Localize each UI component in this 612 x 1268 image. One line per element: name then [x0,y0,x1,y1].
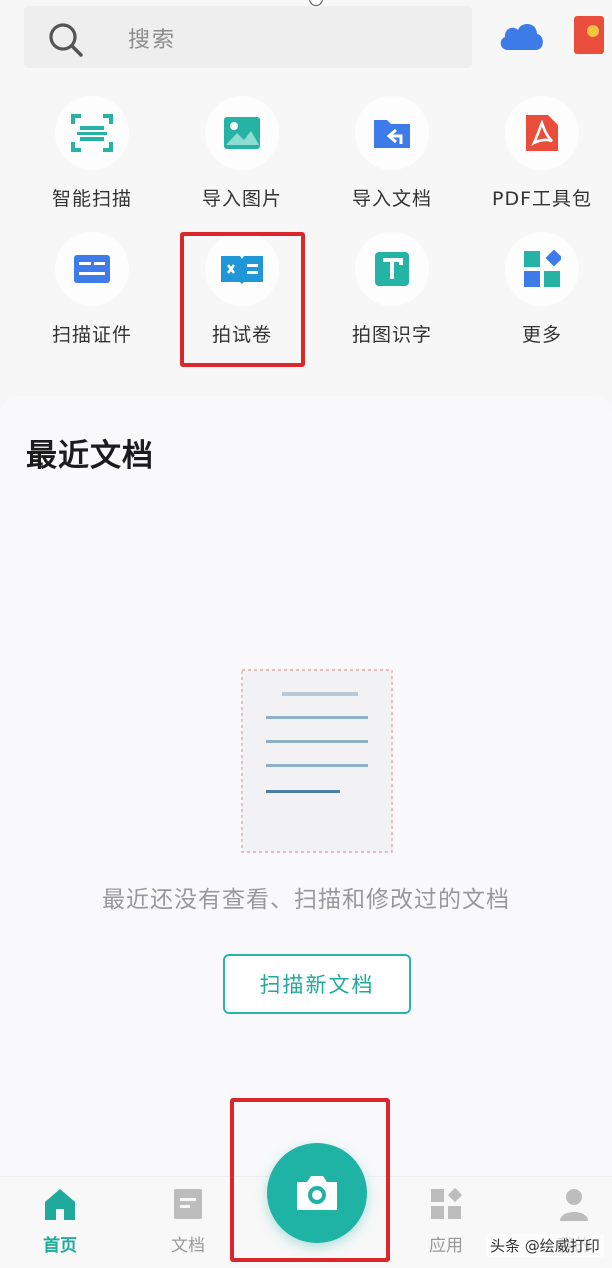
tool-label: 更多 [521,324,562,346]
tool-import-document[interactable]: 导入文档 [317,96,467,226]
tool-label: 智能扫描 [51,188,132,210]
tool-label: PDF工具包 [491,188,593,210]
ocr-text-icon [375,252,409,286]
nav-home[interactable]: 首页 [0,1177,120,1268]
cloud-icon[interactable] [496,16,546,56]
empty-document-illustration [241,669,393,853]
scan-new-document-button[interactable]: 扫描新文档 [223,954,411,1014]
documents-icon [174,1189,202,1219]
more-apps-icon [524,250,561,287]
watermark: 头条 @绘威打印 [486,1234,604,1257]
tool-label: 导入图片 [201,188,282,210]
pdf-toolkit-icon [526,115,558,151]
import-image-icon [224,117,260,149]
profile-icon [560,1189,588,1221]
tool-pdf-toolkit[interactable]: PDF工具包 [467,96,612,226]
nav-label: 首页 [43,1236,77,1256]
tool-smart-scan[interactable]: 智能扫描 [17,96,167,226]
top-bar: 搜索 [0,0,612,80]
empty-state-message: 最近还没有查看、扫描和修改过的文档 [102,887,510,913]
section-title: 最近文档 [26,438,154,474]
scan-id-icon [74,255,110,283]
highlight-box-camera [230,1098,390,1262]
search-icon [49,23,83,57]
smart-scan-icon [71,114,113,152]
apps-icon [431,1187,462,1219]
highlight-box-photo-exam [180,232,305,367]
recent-documents-panel: 最近文档 最近还没有查看、扫描和修改过的文档 扫描新文档 [0,396,612,1176]
search-bar[interactable]: 搜索 [24,6,472,68]
tool-import-image[interactable]: 导入图片 [167,96,317,226]
tool-more[interactable]: 更多 [467,232,612,362]
tool-scan-id[interactable]: 扫描证件 [17,232,167,362]
red-packet-icon[interactable] [572,14,606,56]
tool-label: 拍图识字 [351,324,432,346]
home-icon [45,1189,75,1220]
tool-label: 导入文档 [351,188,432,210]
tool-label: 扫描证件 [51,324,132,346]
search-placeholder: 搜索 [128,28,177,53]
import-document-icon [374,120,410,148]
tool-ocr-text[interactable]: 拍图识字 [317,232,467,362]
